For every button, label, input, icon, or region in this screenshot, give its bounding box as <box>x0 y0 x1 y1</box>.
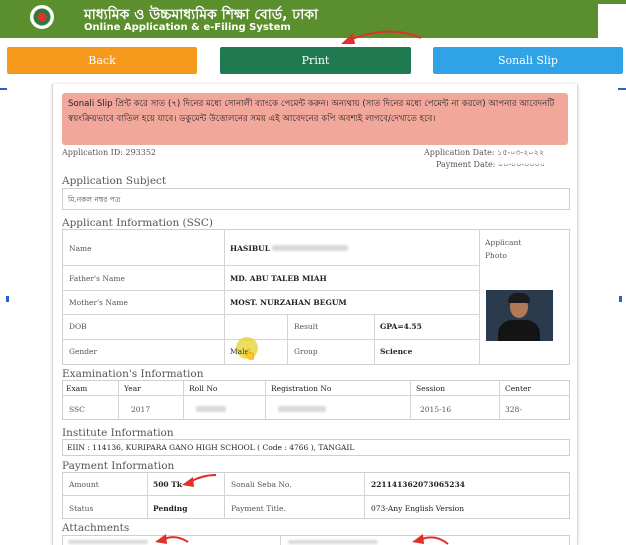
site-header: মাধ্যমিক ও উচ্চমাধ্যমিক শিক্ষা বোর্ড, ঢা… <box>0 0 626 38</box>
selection-handle-left <box>0 88 7 90</box>
name-redacted <box>272 245 348 251</box>
applicant-row-line <box>62 265 479 266</box>
exam-col-line <box>499 380 500 420</box>
applicant-photo <box>486 290 553 341</box>
payment-title-value: 073-Any English Version <box>371 504 465 513</box>
payment-col-line <box>364 472 365 519</box>
selection-handle-mid-left <box>6 296 9 302</box>
gender-label: Gender <box>69 347 98 356</box>
photo-hair <box>508 293 530 303</box>
exam-col-line <box>265 380 266 420</box>
exam-col-line <box>118 380 119 420</box>
section-title-subject: Application Subject <box>62 175 167 187</box>
seba-value: 221141362073065234 <box>371 480 465 489</box>
amount-label: Amount <box>69 480 99 489</box>
applicant-col-line <box>224 229 225 365</box>
father-label: Father's Name <box>69 274 125 283</box>
section-title-payment: Payment Information <box>62 460 175 472</box>
photo-label-line1: Applicant <box>485 238 522 247</box>
status-label: Status <box>69 504 94 513</box>
exam-cell-registration-redacted <box>278 406 326 412</box>
exam-header-center: Center <box>505 384 532 393</box>
section-title-applicant: Applicant Information (SSC) <box>62 217 213 229</box>
annotation-arrow-print-icon <box>341 30 422 44</box>
exam-cell-year: 2017 <box>131 405 151 414</box>
subject-value: মি.নকল নম্বর পত্র <box>68 195 121 204</box>
section-title-attachments: Attachments <box>62 522 130 534</box>
photo-label-line2: Photo <box>485 251 507 260</box>
payment-title-label: Payment Title. <box>231 504 286 513</box>
applicant-row-line <box>62 339 479 340</box>
exam-cell-center: 328- <box>505 405 522 414</box>
mouse-cursor-icon: 👆 <box>243 348 257 361</box>
print-button[interactable]: Print <box>220 47 411 74</box>
payment-col-line <box>224 472 225 519</box>
attachment-2-redacted[interactable] <box>288 540 378 544</box>
payment-date: Payment Date: ০০-০০-০০০০ <box>436 160 545 169</box>
exam-cell-exam: SSC <box>69 405 85 414</box>
applicant-col-line <box>479 229 480 365</box>
exam-header-line <box>62 395 570 396</box>
annotation-arrow-attachment2-icon <box>412 534 449 545</box>
selection-handle-right <box>618 88 626 90</box>
exam-header-exam: Exam <box>66 384 88 393</box>
exam-cell-session: 2015-16 <box>420 405 452 414</box>
applicant-row-line <box>62 314 479 315</box>
result-value: GPA=4.55 <box>380 322 422 331</box>
header-title-english: Online Application & e-Filing System <box>84 22 291 33</box>
board-logo-icon <box>30 5 54 29</box>
payment-notice: Sonali Slip প্রিন্ট করে সাত (৭) দিনের মধ… <box>62 93 568 145</box>
back-button[interactable]: Back <box>7 47 197 74</box>
group-value: Science <box>380 347 413 356</box>
subject-box <box>62 188 570 210</box>
status-value: Pending <box>153 504 188 513</box>
attachment-1-redacted[interactable] <box>68 540 148 544</box>
photo-body <box>498 320 540 341</box>
applicant-col-line <box>287 314 288 365</box>
group-label: Group <box>294 347 318 356</box>
dob-label: DOB <box>69 322 87 331</box>
sonali-slip-button[interactable]: Sonali Slip <box>433 47 623 74</box>
result-label: Result <box>294 322 319 331</box>
exam-header-year: Year <box>124 384 141 393</box>
selection-handle-mid-right <box>619 296 622 302</box>
header-right-blank <box>598 4 626 38</box>
applicant-col-line <box>374 314 375 365</box>
mother-value: MOST. NURZAHAN BEGUM <box>230 298 347 307</box>
annotation-arrow-attachment1-icon <box>155 534 189 544</box>
exam-header-session: Session <box>416 384 446 393</box>
annotation-arrow-amount-icon <box>182 474 217 487</box>
name-value: HASIBUL <box>230 244 270 253</box>
payment-col-line <box>147 472 148 519</box>
applicant-row-line <box>62 290 479 291</box>
amount-value: 500 Tk <box>153 480 183 489</box>
seba-label: Sonali Seba No. <box>231 480 292 489</box>
institute-value: EIIN : 114136, KURIPARA GANO HIGH SCHOOL… <box>67 443 355 452</box>
exam-col-line <box>183 380 184 420</box>
attachments-col-line <box>280 535 281 545</box>
section-title-exam: Examination's Information <box>62 368 204 380</box>
father-value: MD. ABU TALEB MIAH <box>230 274 327 283</box>
mother-label: Mother's Name <box>69 298 128 307</box>
application-id: Application ID: 293352 <box>62 148 157 157</box>
exam-col-line <box>410 380 411 420</box>
section-title-institute: Institute Information <box>62 427 174 439</box>
exam-cell-roll-redacted <box>196 406 226 412</box>
exam-header-roll: Roll No <box>189 384 218 393</box>
exam-header-registration: Registration No <box>271 384 332 393</box>
payment-row-line <box>62 495 570 496</box>
name-label: Name <box>69 244 92 253</box>
